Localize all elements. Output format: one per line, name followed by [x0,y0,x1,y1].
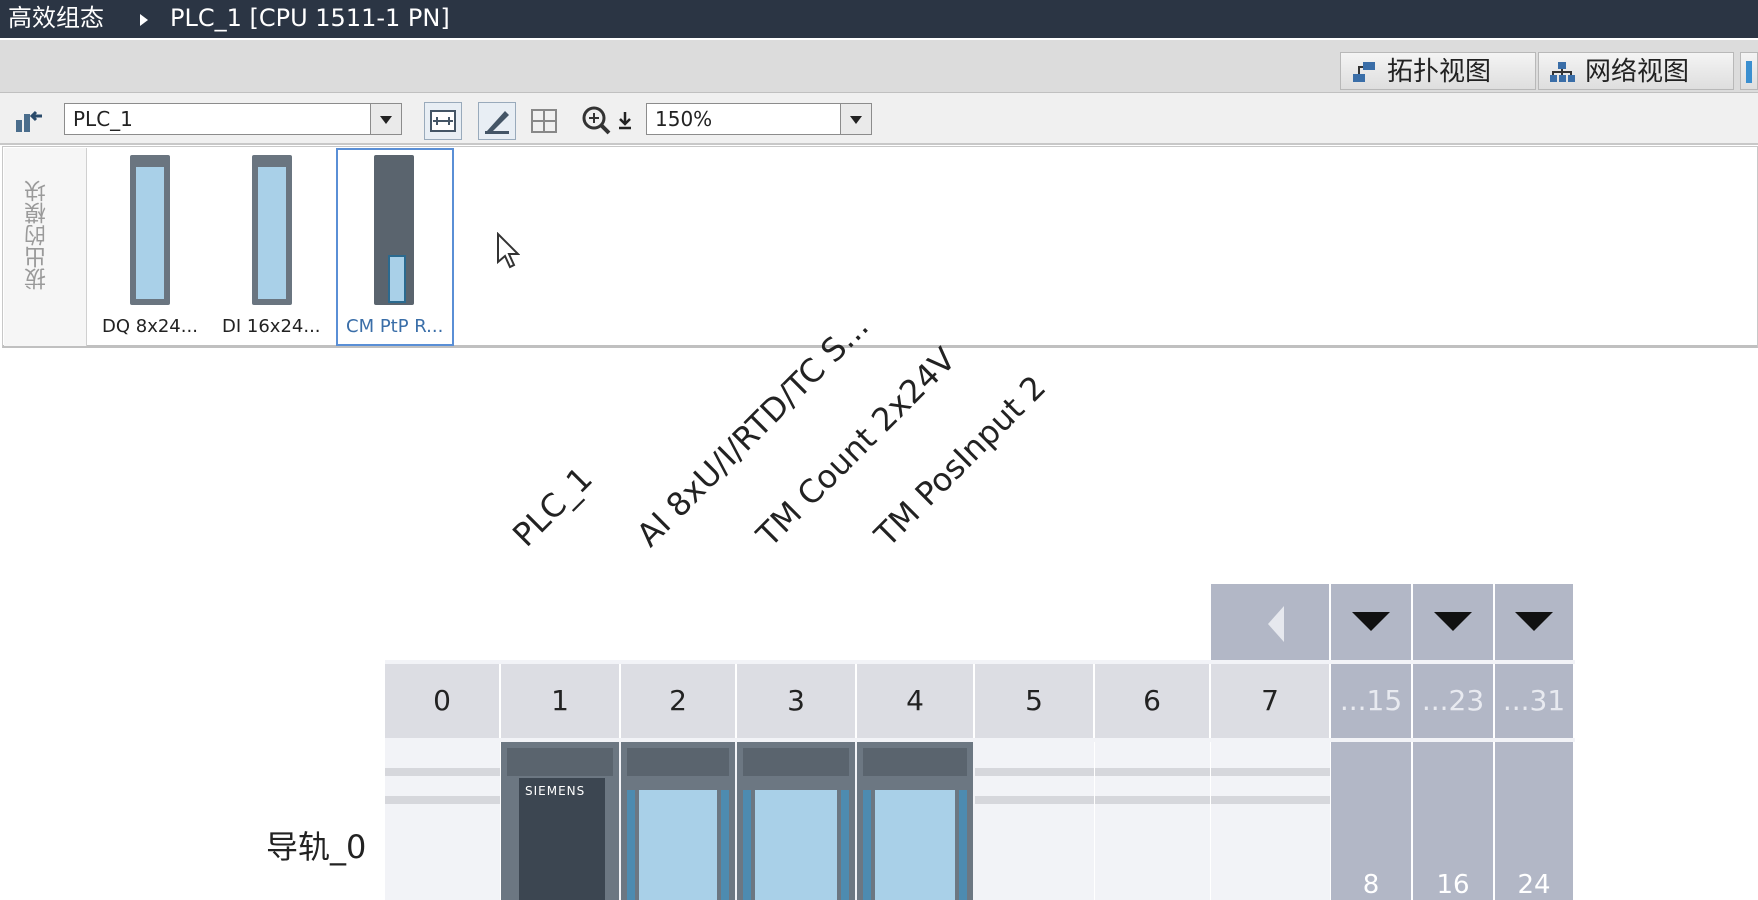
device-label-plc: PLC_1 [505,459,600,554]
topology-icon [1353,62,1375,82]
tab-topology-label: 拓扑视图 [1387,57,1492,87]
slot-header-3[interactable]: 3 [737,664,857,738]
slot-6-empty[interactable] [1095,742,1211,900]
slot-header-0[interactable]: 0 [385,664,501,738]
device-select-value: PLC_1 [73,107,133,131]
module-dq-label: DQ 8x24... [102,316,198,337]
slot-header-5[interactable]: 5 [975,664,1095,738]
slot-5-empty[interactable] [975,742,1095,900]
slot-7-empty[interactable] [1211,742,1331,900]
cpu-module[interactable]: SIEMENS [501,742,621,900]
port-icon [388,255,406,303]
slot-group-8-15[interactable]: 8 [1331,742,1413,900]
slot-header-1[interactable]: 1 [501,664,621,738]
device-select[interactable]: PLC_1 [64,103,402,135]
rail-label: 导轨_0 [266,828,367,866]
slot-header-6[interactable]: 6 [1095,664,1211,738]
slot-header-7[interactable]: 7 [1211,664,1331,738]
module-cm-label: CM PtP R... [346,316,444,337]
zoom-in-icon[interactable] [578,102,616,140]
slot-group-24-31[interactable]: 24 [1495,742,1575,900]
network-icon [1550,62,1575,82]
expand-scroll-header [1211,584,1331,660]
slot-header-2[interactable]: 2 [621,664,737,738]
tab-topology-view[interactable]: 拓扑视图 [1340,52,1536,90]
module-dq[interactable] [130,155,170,305]
slot-group-start-16: 16 [1436,870,1470,900]
slot-header-23[interactable]: ...23 [1413,664,1495,738]
chevron-left-icon[interactable] [1268,606,1284,642]
grid-icon[interactable] [526,102,564,140]
zoom-select[interactable]: 150% [646,103,872,135]
tab-network-view[interactable]: 网络视图 [1538,52,1734,90]
rack-view-button[interactable] [424,102,462,140]
chevron-down-icon[interactable] [370,104,401,134]
siemens-logo: SIEMENS [525,784,586,798]
slot-header-4[interactable]: 4 [857,664,975,738]
expand-button-15[interactable] [1331,584,1413,660]
chevron-down-icon[interactable] [840,104,871,134]
slot-group-16-23[interactable]: 16 [1413,742,1495,900]
slot-header-31[interactable]: ...31 [1495,664,1575,738]
device-tool-icon[interactable] [8,102,46,140]
chevron-down-icon [1515,612,1553,631]
project-name: 高效组态 [8,4,104,32]
device-view-icon [1746,61,1752,83]
module-di[interactable] [252,155,292,305]
expand-button-31[interactable] [1495,584,1575,660]
zoom-save-icon[interactable] [614,102,636,140]
device-title: PLC_1 [CPU 1511-1 PN] [170,4,450,32]
tab-device-view[interactable] [1740,52,1758,90]
mouse-cursor-icon [497,232,520,269]
slot-group-start-8: 8 [1362,870,1380,900]
tab-network-label: 网络视图 [1585,57,1690,87]
module-cm-ptp[interactable] [374,155,414,305]
zoom-value: 150% [655,107,713,131]
ai-module[interactable] [621,742,737,900]
edit-mode-button[interactable] [478,102,516,140]
module-di-label: DI 16x24... [222,316,321,337]
slot-0-empty[interactable] [385,742,501,900]
slot-group-start-24: 24 [1517,870,1551,900]
device-label-tm-count: TM Count 2x24V [749,340,963,554]
chevron-down-icon [1434,612,1472,631]
chevron-down-icon [1352,612,1390,631]
tm-posinput-module[interactable] [857,742,975,900]
title-bar: 高效组态 PLC_1 [CPU 1511-1 PN] [0,0,1758,38]
slot-header-15[interactable]: ...15 [1331,664,1413,738]
tm-count-module[interactable] [737,742,857,900]
expand-button-23[interactable] [1413,584,1495,660]
unplugged-modules-title: 拔出的模块 [25,180,50,290]
breadcrumb-arrow-icon [140,14,148,26]
